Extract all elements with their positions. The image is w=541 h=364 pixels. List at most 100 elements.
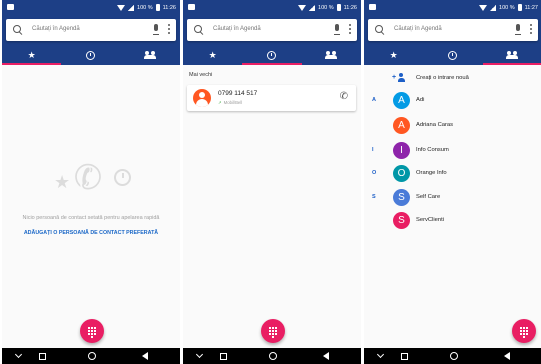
microphone-icon[interactable] [515,24,521,35]
more-options-icon[interactable] [168,24,170,26]
people-icon [325,51,338,59]
add-favorite-link[interactable]: ADĂUGAȚI O PERSOANĂ DE CONTACT PREFERATĂ [2,230,180,236]
tab-recents[interactable] [61,45,120,65]
contact-name: Adriana Caras [416,122,454,128]
home-nav-icon[interactable] [269,352,277,360]
call-back-icon[interactable]: ✆ [340,92,348,102]
tab-contacts[interactable] [121,45,180,65]
call-type: Mobil/Bell [223,100,243,105]
outgoing-call-icon: ↗ [218,100,222,105]
avatar [193,89,211,107]
tab-recents[interactable] [423,45,482,65]
person-icon-body [196,99,208,107]
hide-keyboard-icon[interactable] [14,350,23,359]
section-letter: I [372,147,374,153]
people-icon [506,51,519,59]
call-log-item[interactable]: 0799 114 517 ↗ Mobil/Bell ✆ [187,85,356,111]
add-person-icon [396,73,405,82]
clock-icon [267,50,277,60]
search-placeholder: Căutați în Agendă [394,26,442,32]
back-nav-icon[interactable] [142,352,148,360]
navigation-bar [183,348,361,364]
search-box[interactable]: Căutați în Agendă [187,19,357,41]
status-bar: 100 % 11:27 [364,0,541,15]
toolbar: Căutați în Agendă ★ [183,15,361,65]
star-icon: ★ [208,49,217,60]
hide-keyboard-icon[interactable] [195,350,204,359]
contact-name: Adi [416,97,425,103]
dialpad-icon [269,327,271,329]
microphone-icon[interactable] [153,24,159,35]
tab-favorites[interactable]: ★ [183,45,242,65]
status-bar: 100 % 11:26 [183,0,361,15]
star-icon: ★ [389,49,398,60]
search-box[interactable]: Căutați în Agendă [6,19,176,41]
contact-item[interactable]: S S Self Care [364,188,541,208]
contact-item[interactable]: S ServClienti [364,211,541,231]
battery-icon [336,4,341,11]
contact-avatar: A [393,117,410,134]
dialpad-button[interactable] [80,319,104,343]
search-box[interactable]: Căutați în Agendă [368,19,538,41]
recents-nav-icon[interactable] [401,353,408,360]
toolbar: Căutați în Agendă ★ [364,15,541,65]
favorites-content: ★ ✆ Nicio persoană de contact setată pen… [2,65,180,348]
more-options-icon[interactable] [530,24,532,26]
wifi-icon [479,4,488,11]
tab-bar: ★ [364,45,541,65]
microphone-icon[interactable] [334,24,340,35]
create-contact-row[interactable]: + Creați o intrare nouă [364,69,541,89]
image-notification-icon [369,4,376,10]
section-header: Mai vechi [189,72,213,78]
clock-icon [86,50,96,60]
search-icon [13,25,21,33]
status-time: 11:27 [524,4,538,11]
dialpad-button[interactable] [261,319,285,343]
more-options-icon[interactable] [349,24,351,26]
recents-content: Mai vechi 0799 114 517 ↗ Mobil/Bell ✆ [183,65,361,348]
recents-nav-icon[interactable] [220,353,227,360]
phone-screen-contacts: 100 % 11:27 Căutați în Agendă ★ + Creați… [364,0,541,364]
empty-favorites-illustration: ★ ✆ [54,156,134,206]
status-time: 11:26 [162,4,176,11]
back-nav-icon[interactable] [323,352,329,360]
tab-favorites[interactable]: ★ [364,45,423,65]
contact-item[interactable]: I I Info Consum [364,141,541,161]
phone-icon: ✆ [70,156,106,200]
tab-bar: ★ [2,45,180,65]
contact-avatar: O [393,165,410,182]
home-nav-icon[interactable] [88,352,96,360]
hide-keyboard-icon[interactable] [376,350,385,359]
create-contact-label: Creați o intrare nouă [416,75,469,81]
battery-icon [517,4,522,11]
search-placeholder: Căutați în Agendă [32,26,80,32]
signal-icon [128,4,135,11]
contact-name: Info Consum [416,147,449,153]
search-icon [194,25,202,33]
home-nav-icon[interactable] [450,352,458,360]
contact-name: ServClienti [416,217,445,223]
battery-percent: 100 % [499,4,515,11]
tab-favorites[interactable]: ★ [2,45,62,65]
battery-icon [155,4,160,11]
signal-icon [490,4,497,11]
recents-nav-icon[interactable] [39,353,46,360]
contact-item[interactable]: A A Adi [364,91,541,111]
contact-item[interactable]: O O Orange Info [364,164,541,184]
contact-item[interactable]: A Adriana Caras [364,116,541,136]
contact-avatar: S [393,189,410,206]
dialpad-button[interactable] [512,319,536,343]
contact-name: Self Care [416,194,441,200]
back-nav-icon[interactable] [504,352,510,360]
battery-percent: 100 % [318,4,334,11]
section-letter: S [372,194,376,200]
contact-name: Orange Info [416,170,447,176]
tab-contacts[interactable] [302,45,361,65]
contact-avatar: I [393,142,410,159]
signal-icon [309,4,316,11]
clock-icon [114,169,131,186]
tab-recents[interactable] [242,45,302,65]
star-outline-icon: ★ [54,172,71,192]
contact-avatar: A [393,92,410,109]
tab-contacts[interactable] [482,45,541,65]
